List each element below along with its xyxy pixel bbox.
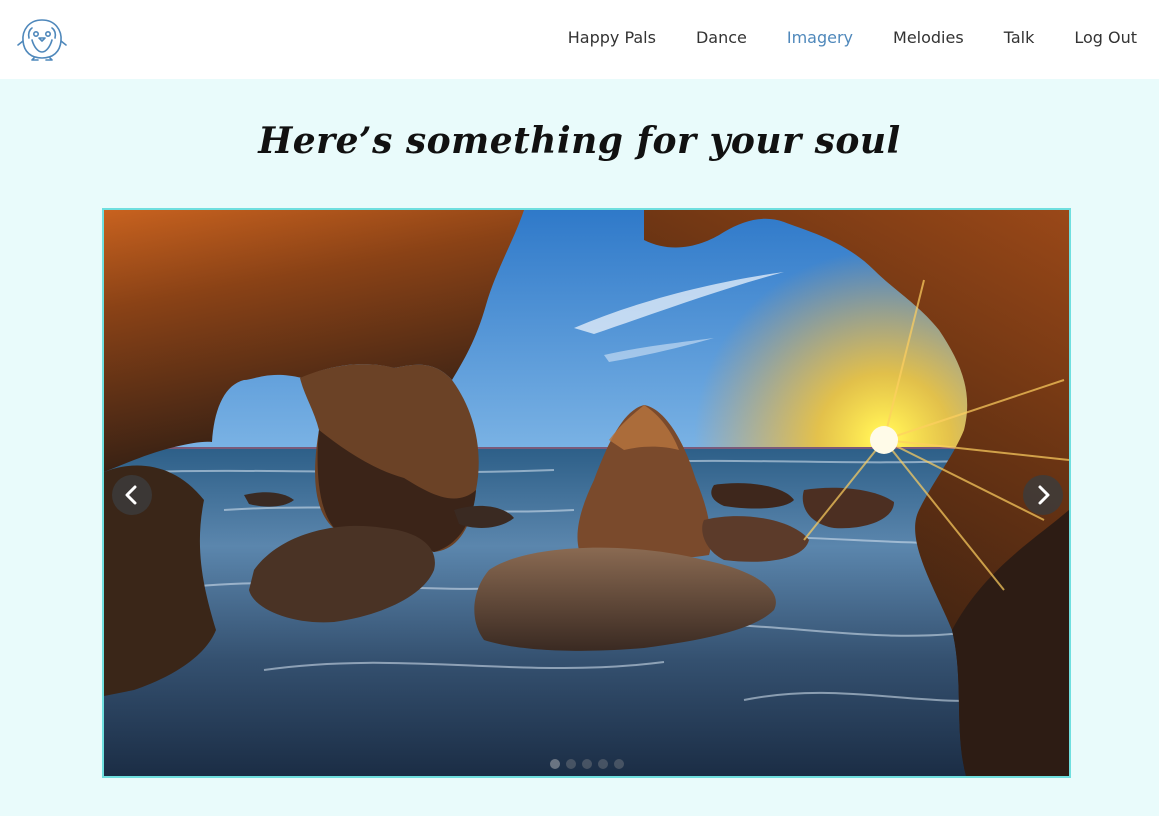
main-nav: Happy Pals Dance Imagery Melodies Talk L… <box>528 26 1137 50</box>
carousel-indicator-5[interactable] <box>614 759 624 769</box>
carousel-prev-button[interactable] <box>112 475 152 515</box>
nav-log-out[interactable]: Log Out <box>1074 26 1137 50</box>
nav-dance[interactable]: Dance <box>696 26 747 50</box>
top-navbar: Happy Pals Dance Imagery Melodies Talk L… <box>0 0 1159 79</box>
carousel-indicators <box>550 759 630 769</box>
carousel-slide-image <box>104 210 1069 776</box>
nav-melodies[interactable]: Melodies <box>893 26 964 50</box>
chevron-right-icon <box>1038 485 1050 505</box>
image-carousel <box>102 208 1071 778</box>
nav-imagery[interactable]: Imagery <box>787 26 853 50</box>
page-heading: Here’s something for your soul <box>258 120 901 162</box>
carousel-indicator-2[interactable] <box>566 759 576 769</box>
penguin-logo-icon[interactable] <box>16 17 68 61</box>
chevron-left-icon <box>125 485 137 505</box>
nav-talk[interactable]: Talk <box>1004 26 1035 50</box>
carousel-next-button[interactable] <box>1023 475 1063 515</box>
carousel-indicator-3[interactable] <box>582 759 592 769</box>
nav-happy-pals[interactable]: Happy Pals <box>568 26 656 50</box>
carousel-indicator-1[interactable] <box>550 759 560 769</box>
carousel-indicator-4[interactable] <box>598 759 608 769</box>
